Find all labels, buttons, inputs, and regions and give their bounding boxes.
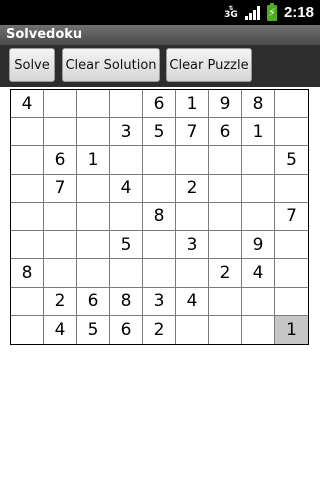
battery-charging-icon: ⚡ (266, 2, 277, 21)
sudoku-cell-r4c2[interactable]: 7 (44, 174, 77, 203)
sudoku-cell-r8c1[interactable] (11, 287, 44, 316)
sudoku-cell-r6c1[interactable] (11, 231, 44, 260)
sudoku-cell-r7c5[interactable] (143, 259, 176, 288)
sudoku-cell-r5c3[interactable] (77, 202, 110, 232)
sudoku-cell-r2c6[interactable]: 7 (176, 118, 209, 147)
sudoku-cell-r1c2[interactable] (44, 90, 77, 119)
sudoku-cell-r8c5[interactable]: 3 (143, 287, 176, 316)
sudoku-cell-r2c3[interactable] (77, 118, 110, 147)
sudoku-cell-r7c4[interactable] (110, 259, 143, 288)
sudoku-cell-r6c2[interactable] (44, 231, 77, 260)
network-type-indicator: ⇅ 3G (224, 6, 238, 20)
sudoku-cell-r5c7[interactable] (209, 202, 242, 232)
sudoku-cell-r6c6[interactable]: 3 (176, 231, 209, 260)
sudoku-cell-r4c9[interactable] (275, 175, 308, 203)
sudoku-grid: 4619835761615742875398242683445621 (10, 89, 309, 345)
sudoku-cell-r8c9[interactable] (275, 288, 308, 316)
sudoku-cell-r6c8[interactable]: 9 (242, 231, 275, 260)
sudoku-cell-r9c6[interactable] (176, 315, 209, 344)
sudoku-cell-r4c1[interactable] (11, 174, 44, 203)
sudoku-cell-r8c3[interactable]: 6 (77, 287, 110, 316)
sudoku-cell-r2c7[interactable]: 6 (209, 118, 242, 147)
sudoku-cell-r2c2[interactable] (44, 118, 77, 147)
sudoku-cell-r4c7[interactable] (209, 174, 242, 203)
sudoku-cell-r8c6[interactable]: 4 (176, 287, 209, 316)
sudoku-cell-r1c4[interactable] (110, 90, 143, 119)
sudoku-cell-r3c5[interactable] (143, 146, 176, 175)
sudoku-cell-r9c5[interactable]: 2 (143, 315, 176, 344)
sudoku-cell-r1c8[interactable]: 8 (242, 90, 275, 119)
sudoku-cell-r8c8[interactable] (242, 287, 275, 316)
sudoku-cell-r1c1[interactable]: 4 (11, 90, 44, 119)
sudoku-cell-r3c3[interactable]: 1 (77, 146, 110, 175)
sudoku-cell-r1c7[interactable]: 9 (209, 90, 242, 119)
toolbar: Solve Clear Solution Clear Puzzle (0, 45, 320, 87)
sudoku-cell-r3c8[interactable] (242, 146, 275, 175)
solve-button[interactable]: Solve (9, 48, 55, 82)
sudoku-cell-r5c4[interactable] (110, 202, 143, 232)
sudoku-cell-r9c2[interactable]: 4 (44, 315, 77, 344)
sudoku-cell-r2c4[interactable]: 3 (110, 118, 143, 147)
sudoku-cell-r7c8[interactable]: 4 (242, 259, 275, 288)
sudoku-cell-r3c7[interactable] (209, 146, 242, 175)
sudoku-cell-r9c9[interactable]: 1 (275, 315, 308, 344)
sudoku-cell-r2c9[interactable] (275, 118, 308, 147)
sudoku-cell-r8c7[interactable] (209, 287, 242, 316)
sudoku-cell-r2c1[interactable] (11, 118, 44, 147)
clear-puzzle-button[interactable]: Clear Puzzle (166, 48, 252, 82)
sudoku-cell-r8c4[interactable]: 8 (110, 287, 143, 316)
clock: 2:18 (283, 4, 314, 21)
sudoku-cell-r6c7[interactable] (209, 231, 242, 260)
sudoku-cell-r7c9[interactable] (275, 259, 308, 288)
sudoku-cell-r9c7[interactable] (209, 315, 242, 344)
clear-solution-button[interactable]: Clear Solution (62, 48, 160, 82)
sudoku-cell-r4c8[interactable] (242, 174, 275, 203)
sudoku-cell-r5c6[interactable] (176, 202, 209, 232)
signal-strength-icon (244, 5, 260, 20)
sudoku-cell-r2c8[interactable]: 1 (242, 118, 275, 147)
sudoku-cell-r1c5[interactable]: 6 (143, 90, 176, 119)
sudoku-cell-r1c6[interactable]: 1 (176, 90, 209, 119)
sudoku-cell-r7c7[interactable]: 2 (209, 259, 242, 288)
status-icons: ⇅ 3G ⚡ 2:18 (224, 0, 314, 25)
sudoku-cell-r5c5[interactable]: 8 (143, 202, 176, 232)
sudoku-cell-r5c8[interactable] (242, 202, 275, 232)
sudoku-cell-r1c3[interactable] (77, 90, 110, 119)
sudoku-cell-r6c5[interactable] (143, 231, 176, 260)
sudoku-cell-r3c2[interactable]: 6 (44, 146, 77, 175)
sudoku-cell-r3c1[interactable] (11, 146, 44, 175)
sudoku-cell-r5c1[interactable] (11, 202, 44, 232)
sudoku-cell-r3c4[interactable] (110, 146, 143, 175)
sudoku-cell-r3c6[interactable] (176, 146, 209, 175)
sudoku-cell-r8c2[interactable]: 2 (44, 287, 77, 316)
sudoku-cell-r6c9[interactable] (275, 231, 308, 260)
sudoku-cell-r4c6[interactable]: 2 (176, 174, 209, 203)
sudoku-cell-r9c1[interactable] (11, 315, 44, 344)
sudoku-cell-r1c9[interactable] (275, 90, 308, 119)
app-title: Solvedoku (0, 25, 320, 45)
sudoku-cell-r9c4[interactable]: 6 (110, 315, 143, 344)
sudoku-cell-r5c9[interactable]: 7 (275, 203, 308, 232)
sudoku-cell-r7c3[interactable] (77, 259, 110, 288)
sudoku-cell-r7c1[interactable]: 8 (11, 259, 44, 288)
status-bar: ⇅ 3G ⚡ 2:18 (0, 0, 320, 25)
sudoku-cell-r6c4[interactable]: 5 (110, 231, 143, 260)
sudoku-cell-r4c3[interactable] (77, 174, 110, 203)
sudoku-cell-r9c3[interactable]: 5 (77, 315, 110, 344)
sudoku-cell-r4c5[interactable] (143, 174, 176, 203)
sudoku-cell-r9c8[interactable] (242, 315, 275, 344)
sudoku-cell-r5c2[interactable] (44, 202, 77, 232)
sudoku-cell-r4c4[interactable]: 4 (110, 174, 143, 203)
sudoku-cell-r2c5[interactable]: 5 (143, 118, 176, 147)
sudoku-cell-r7c2[interactable] (44, 259, 77, 288)
network-type-label: 3G (224, 10, 238, 20)
sudoku-cell-r3c9[interactable]: 5 (275, 146, 308, 175)
sudoku-cell-r6c3[interactable] (77, 231, 110, 260)
sudoku-cell-r7c6[interactable] (176, 259, 209, 288)
